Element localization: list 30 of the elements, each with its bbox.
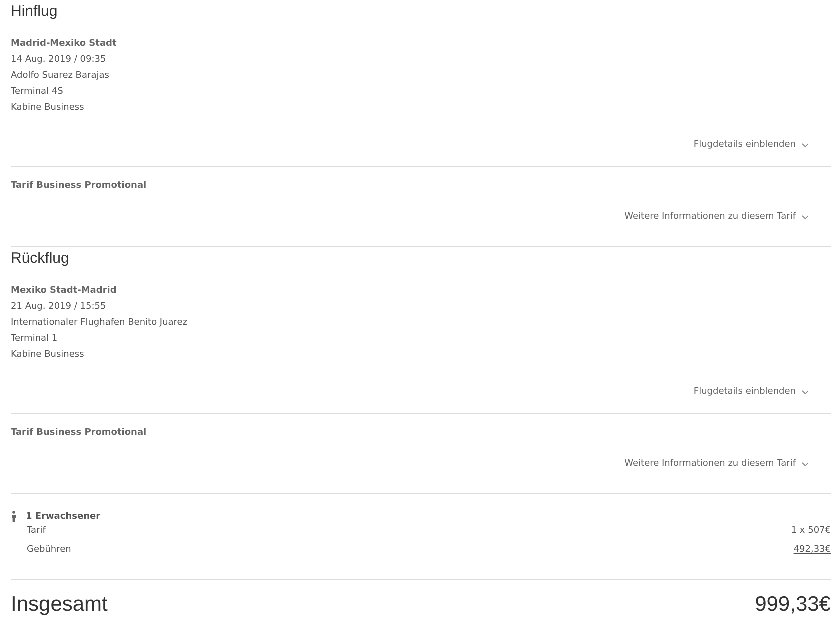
- chevron-down-icon: [802, 142, 809, 148]
- price-link[interactable]: 492,33€: [794, 541, 831, 560]
- fare-name: Tarif Business Promotional: [11, 181, 148, 191]
- flight-detail: Kabine Business: [11, 349, 86, 362]
- fare-info-toggle[interactable]: Weitere Informationen zu diesem Tarif: [624, 459, 809, 469]
- passenger-count: 1 Erwachsener: [26, 512, 101, 522]
- chevron-down-icon: [802, 214, 809, 220]
- flight-detail: Internationaler Flughafen Benito Juarez: [11, 317, 189, 330]
- section-heading: Hinflug: [11, 3, 59, 22]
- price-label: Gebühren: [27, 544, 72, 557]
- flight-route: Mexiko Stadt-Madrid: [11, 285, 118, 298]
- fare-info-toggle[interactable]: Weitere Informationen zu diesem Tarif: [624, 212, 809, 222]
- chevron-down-icon: [802, 462, 809, 466]
- flight-route: Madrid-Mexiko Stadt: [11, 38, 118, 51]
- person-icon: [11, 511, 17, 522]
- flight-detail: 14 Aug. 2019 / 09:35: [11, 54, 108, 67]
- fare-name: Tarif Business Promotional: [11, 428, 148, 438]
- chevron-down-icon: [802, 390, 809, 394]
- price-label: Tarif: [27, 525, 46, 538]
- flight-detail: Terminal 1: [11, 333, 59, 346]
- details-toggle[interactable]: Flugdetails einblenden: [694, 387, 809, 397]
- flight-detail: 21 Aug. 2019 / 15:55: [11, 301, 108, 314]
- flight-detail: Kabine Business: [11, 102, 86, 115]
- price-value: 1 x 507€: [791, 525, 831, 538]
- total-price: 999,33€: [755, 593, 831, 617]
- flight-detail: Adolfo Suarez Barajas: [11, 70, 110, 83]
- total-label: Insgesamt: [11, 593, 108, 617]
- section-heading: Rückflug: [11, 250, 70, 269]
- flight-detail: Terminal 4S: [11, 86, 64, 99]
- details-toggle[interactable]: Flugdetails einblenden: [694, 140, 809, 150]
